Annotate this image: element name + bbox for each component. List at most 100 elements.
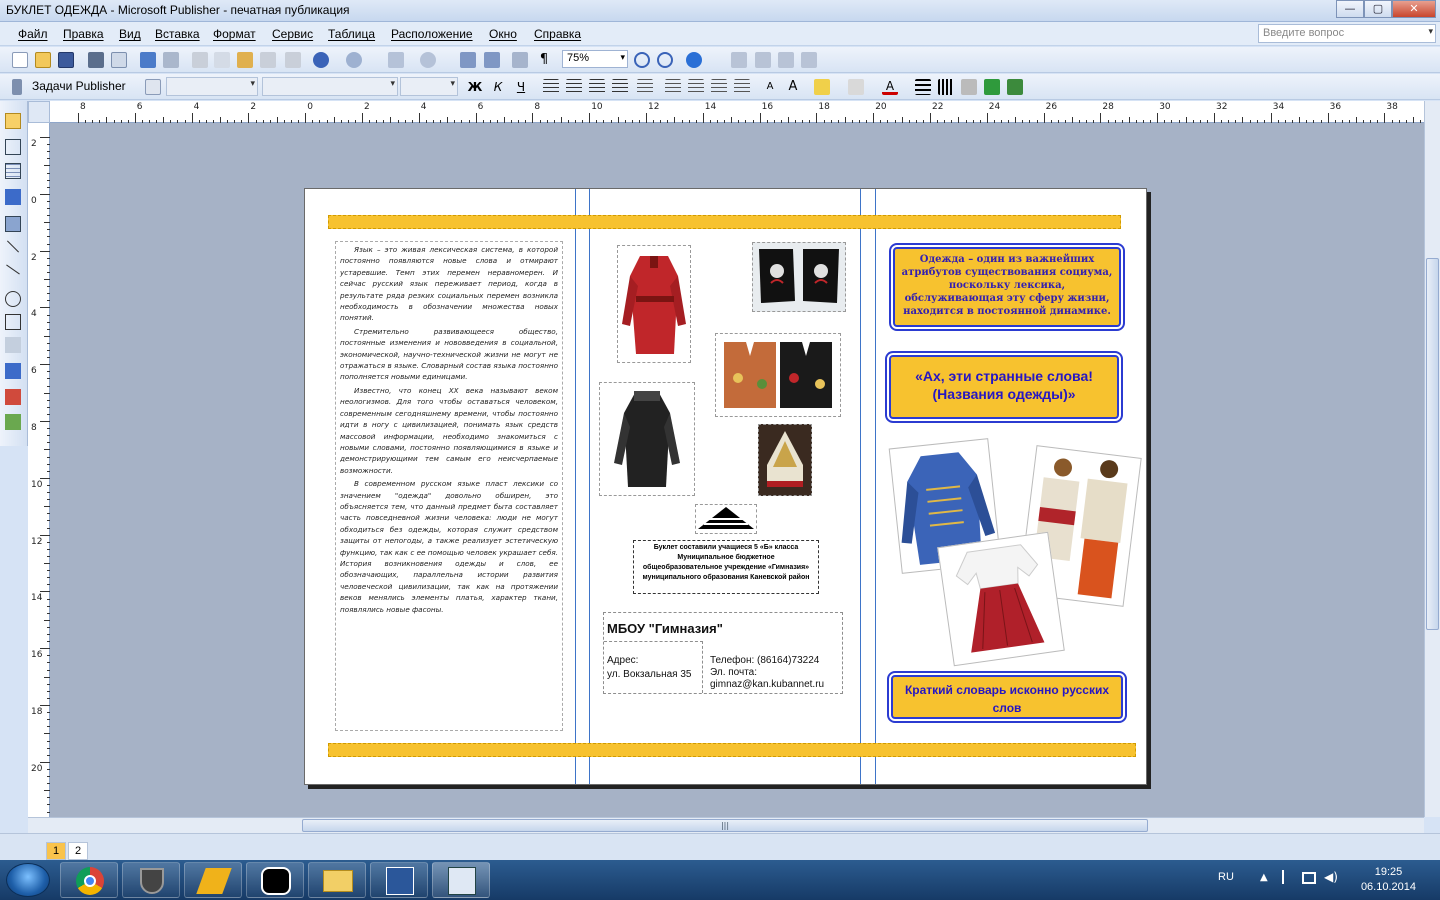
horizontal-ruler[interactable]: 8 6 4 2 0 2 4 6 8 10 12 14 16 18 20 22 24 26 28 30 32 34 36 38 — [50, 101, 1424, 123]
business-info-icon[interactable] — [5, 414, 21, 430]
bottom-decor-bar[interactable] — [328, 743, 1136, 757]
publication-page[interactable]: Язык – это живая лексическая система, в … — [304, 188, 1147, 785]
menu-window[interactable]: Окно — [489, 27, 517, 41]
design-gallery-icon[interactable] — [5, 389, 21, 405]
rectangle-icon[interactable] — [5, 314, 21, 330]
bullets-icon[interactable] — [688, 79, 704, 95]
line-spacing-icon[interactable] — [637, 79, 653, 95]
picture-frame-icon[interactable] — [5, 216, 21, 232]
copy-icon[interactable] — [214, 52, 230, 68]
horizontal-scroll-thumb[interactable]: ||| — [302, 819, 1148, 832]
callout-dictionary[interactable]: Краткий словарь исконно русских слов — [889, 673, 1125, 721]
open-icon[interactable] — [35, 52, 51, 68]
intro-text-frame[interactable]: Язык – это живая лексическая система, в … — [335, 241, 563, 731]
clear-icon[interactable] — [285, 52, 301, 68]
styles-icon[interactable] — [145, 79, 161, 95]
volume-icon[interactable]: ◀) — [1324, 870, 1338, 884]
new-icon[interactable] — [12, 52, 28, 68]
justify-icon[interactable] — [612, 79, 628, 95]
menu-tools[interactable]: Сервис — [272, 27, 313, 41]
bring-forward-icon[interactable] — [388, 52, 404, 68]
top-decor-bar[interactable] — [328, 215, 1121, 229]
menu-arrange[interactable]: Расположение — [391, 27, 473, 41]
menu-edit[interactable]: Правка — [63, 27, 104, 41]
callout-definition[interactable]: Одежда – один из важнейших атрибутов сущ… — [891, 245, 1123, 329]
ask-question-input[interactable]: Введите вопрос ▾ — [1258, 24, 1436, 43]
tasks-label[interactable]: Задачи Publisher — [32, 79, 126, 93]
zoom-page-icon[interactable] — [484, 52, 500, 68]
vertical-scrollbar[interactable] — [1424, 101, 1440, 817]
vertical-ruler[interactable]: 2 0 2 4 6 8 10 12 14 16 18 20 — [28, 123, 50, 817]
menu-file[interactable]: Файл — [18, 27, 48, 41]
close-button[interactable]: ✕ — [1392, 0, 1436, 18]
autoshapes-icon[interactable] — [5, 337, 21, 353]
menu-help[interactable]: Справка — [534, 27, 581, 41]
help-icon[interactable] — [686, 52, 702, 68]
insert-hyperlink-icon[interactable] — [460, 52, 476, 68]
columns-icon[interactable] — [512, 52, 528, 68]
line-color-icon[interactable] — [848, 79, 864, 95]
numbering-icon[interactable] — [665, 79, 681, 95]
next-frame-icon[interactable] — [801, 52, 817, 68]
photo-boots[interactable] — [752, 242, 846, 312]
rotate-icon[interactable] — [420, 52, 436, 68]
chevron-down-icon[interactable]: ▾ — [620, 52, 625, 63]
ruler-corner[interactable] — [28, 101, 50, 123]
tasks-pane-icon[interactable] — [12, 79, 22, 95]
style-select[interactable] — [166, 77, 258, 96]
world-of-tanks-taskbar-button[interactable] — [122, 862, 180, 898]
hotspot-icon[interactable] — [5, 363, 21, 379]
contacts-box[interactable]: МБОУ "Гимназия" Адрес: ул. Вокзальная 35… — [603, 612, 843, 694]
line-icon[interactable] — [6, 240, 20, 253]
photo-red-skirt[interactable] — [937, 531, 1065, 667]
photo-kokoshnik[interactable] — [758, 424, 812, 496]
menu-format[interactable]: Формат — [213, 27, 256, 41]
action-center-flag-icon[interactable] — [1282, 870, 1294, 884]
redo-icon[interactable] — [346, 52, 362, 68]
page-tab-2[interactable]: 2 — [68, 842, 88, 860]
vertical-scroll-thumb[interactable] — [1426, 258, 1439, 630]
link-icon[interactable] — [731, 52, 747, 68]
language-indicator[interactable]: RU — [1218, 871, 1234, 883]
format-painter-icon[interactable] — [260, 52, 276, 68]
logo-frame[interactable] — [695, 504, 757, 534]
zoom-out-icon[interactable] — [634, 52, 650, 68]
maximize-button[interactable]: ▢ — [1364, 0, 1392, 18]
menu-insert[interactable]: Вставка — [155, 27, 200, 41]
zoom-in-icon[interactable] — [657, 52, 673, 68]
word-taskbar-button[interactable] — [370, 862, 428, 898]
messenger-taskbar-button[interactable] — [246, 862, 304, 898]
game-center-taskbar-button[interactable] — [184, 862, 242, 898]
network-icon[interactable] — [1302, 872, 1316, 884]
print-icon[interactable] — [88, 52, 104, 68]
unlink-icon[interactable] — [755, 52, 771, 68]
clock[interactable]: 19:25 06.10.2014 — [1361, 865, 1416, 895]
show-hidden-icons-icon[interactable]: ▲ — [1260, 872, 1268, 883]
photo-dark-coat[interactable] — [599, 382, 695, 496]
font-color-icon[interactable]: A — [882, 79, 898, 95]
decrease-indent-icon[interactable] — [711, 79, 727, 95]
table-icon[interactable] — [5, 163, 21, 179]
font-select[interactable] — [262, 77, 398, 96]
3d-style-icon[interactable] — [1007, 79, 1023, 95]
decrease-font-icon[interactable]: A — [762, 79, 778, 95]
italic-icon[interactable]: К — [490, 79, 506, 95]
oval-icon[interactable] — [5, 291, 21, 307]
chevron-down-icon[interactable]: ▾ — [1428, 26, 1433, 37]
credits-box[interactable]: Буклет составили учащиеся 5 «Б» класса М… — [633, 540, 819, 594]
research-icon[interactable] — [163, 52, 179, 68]
chrome-taskbar-button[interactable] — [60, 862, 118, 898]
wordart-icon[interactable] — [5, 189, 21, 205]
arrow-style-icon[interactable] — [961, 79, 977, 95]
photo-red-kaftan[interactable] — [617, 245, 691, 363]
pilcrow-icon[interactable]: ¶ — [536, 52, 552, 68]
increase-font-icon[interactable]: A — [785, 79, 801, 95]
photo-vests[interactable] — [715, 333, 841, 417]
line-style-icon[interactable] — [915, 79, 931, 95]
undo-icon[interactable] — [313, 52, 329, 68]
underline-icon[interactable]: Ч — [513, 79, 529, 95]
menu-table[interactable]: Таблица — [328, 27, 375, 41]
align-center-icon[interactable] — [566, 79, 582, 95]
print-preview-icon[interactable] — [111, 52, 127, 68]
shadow-style-icon[interactable] — [984, 79, 1000, 95]
